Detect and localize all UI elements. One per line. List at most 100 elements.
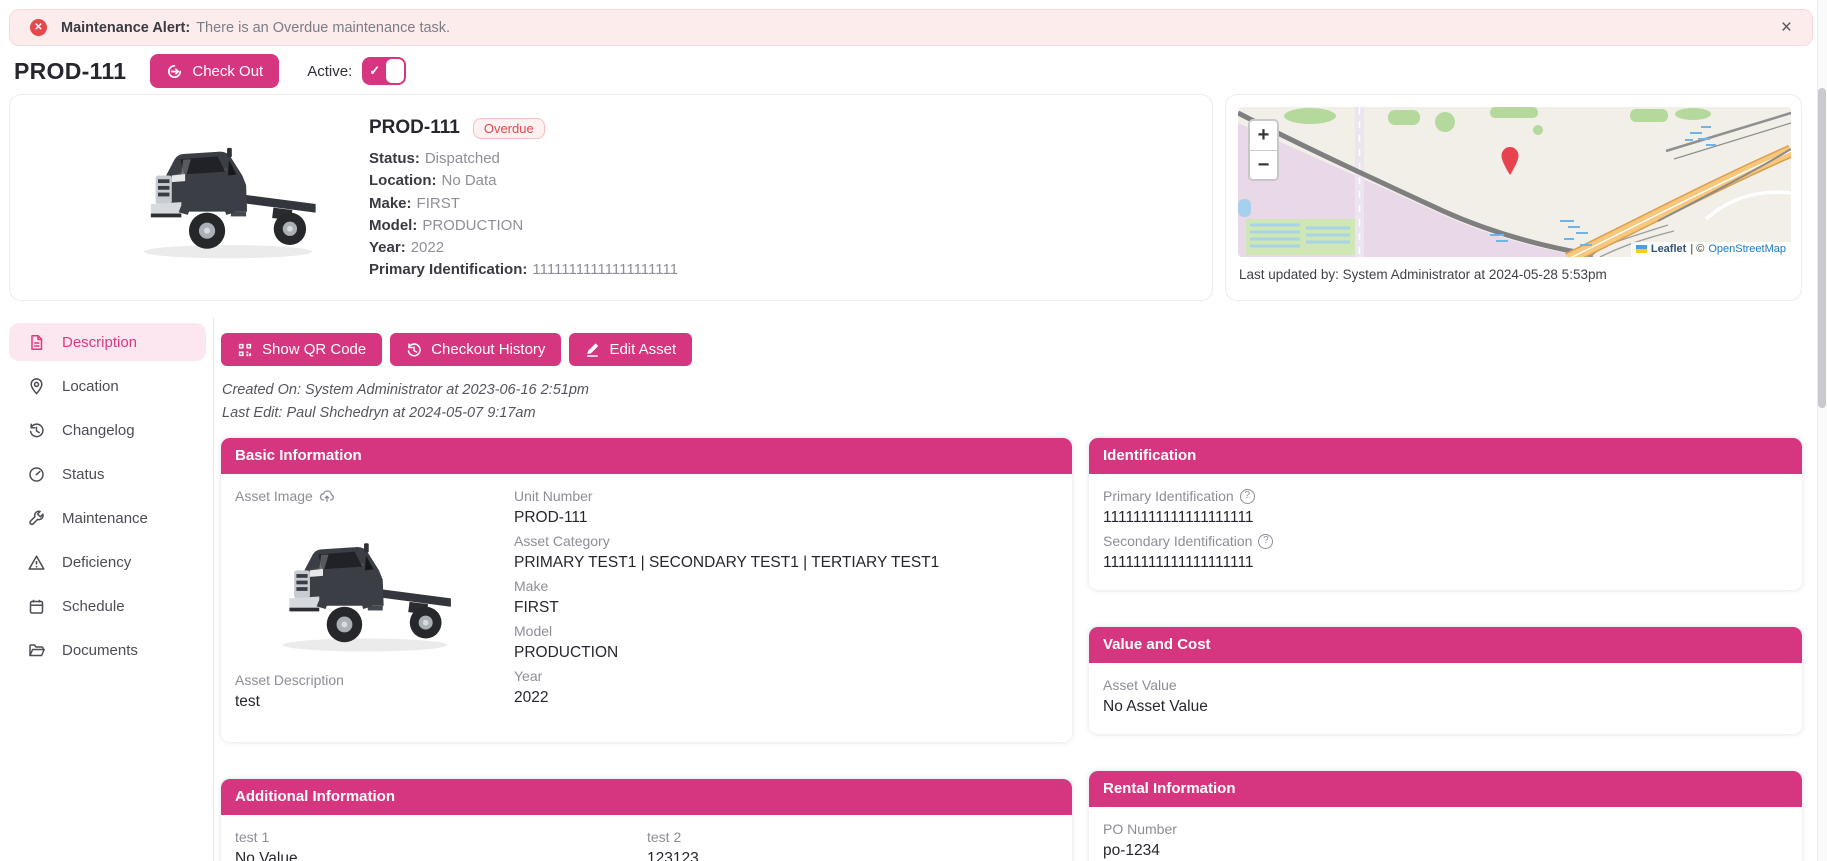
show-qr-code-button[interactable]: Show QR Code <box>221 333 383 366</box>
left-panel-column: Basic Information Asset Image Asset Desc… <box>221 438 1072 861</box>
summary-field-primary-id: Primary Identification: 11111111111111111… <box>369 261 679 279</box>
map-zoom-control: + − <box>1248 119 1279 181</box>
sidebar: Description Location Changelog Status Ma… <box>9 323 206 675</box>
year-value: 2022 <box>514 689 549 706</box>
right-panel-column: Identification Primary Identification ? … <box>1089 438 1802 861</box>
summary-field-make: Make: FIRST <box>369 194 460 212</box>
asset-photo-truck <box>267 514 463 664</box>
identification-panel: Identification Primary Identification ? … <box>1089 438 1802 590</box>
secondary-identification-value: 11111111111111111111 <box>1103 554 1254 571</box>
summary-asset-id: PROD-111 <box>369 117 460 138</box>
folder-icon <box>29 643 45 656</box>
asset-image-label: Asset Image <box>235 488 313 504</box>
po-number-value: po-1234 <box>1103 842 1160 859</box>
checkout-history-button[interactable]: Checkout History <box>390 333 562 366</box>
sidebar-item-label: Deficiency <box>62 553 132 571</box>
summary-field-model: Model: PRODUCTION <box>369 216 524 234</box>
ukraine-flag-icon <box>1635 245 1647 253</box>
asset-value-value: No Asset Value <box>1103 698 1208 715</box>
additional-information-panel: Additional Information test 1 No Value t… <box>221 779 1072 861</box>
file-icon <box>31 334 43 350</box>
map-attribution: Leaflet | © OpenStreetMap <box>1630 242 1791 257</box>
sidebar-item-label: Description <box>62 333 138 351</box>
panel-title: Identification <box>1089 438 1802 474</box>
asset-summary-card: PROD-111 Overdue Status: Dispatched Locat… <box>9 94 1213 301</box>
zoom-in-button[interactable]: + <box>1250 121 1277 150</box>
map-last-updated: Last updated by: System Administrator at… <box>1239 267 1607 282</box>
last-edit-text: Last Edit: Paul Shchedryn at 2024-05-07 … <box>222 405 536 421</box>
leaflet-map[interactable]: + − Leaflet | © OpenStreetMap <box>1238 107 1791 257</box>
active-label: Active: <box>307 62 353 80</box>
qr-code-icon <box>238 343 252 356</box>
test2-value: 123123 <box>647 850 699 861</box>
sidebar-item-maintenance[interactable]: Maintenance <box>9 499 206 537</box>
wrench-icon <box>29 510 44 525</box>
history-icon <box>29 422 44 437</box>
leaflet-link[interactable]: Leaflet <box>1651 243 1686 255</box>
alert-message: There is an Overdue maintenance task. <box>196 19 451 36</box>
asset-summary-info: PROD-111 Overdue Status: Dispatched Locat… <box>369 117 678 282</box>
check-out-button[interactable]: Check Out <box>150 54 280 88</box>
basic-information-panel: Basic Information Asset Image Asset Desc… <box>221 438 1072 742</box>
sidebar-divider <box>213 318 214 861</box>
page-header: PROD-111 Check Out Active: ✓ <box>14 52 407 90</box>
zoom-out-button[interactable]: − <box>1250 150 1277 179</box>
asset-detail-page: ✕ Maintenance Alert: There is an Overdue… <box>0 0 1827 861</box>
pencil-icon <box>587 343 599 357</box>
asset-description-label: Asset Description <box>235 672 344 688</box>
map-card: + − Leaflet | © OpenStreetMap Last updat… <box>1225 94 1802 301</box>
sidebar-item-schedule[interactable]: Schedule <box>9 587 206 625</box>
overdue-badge: Overdue <box>472 117 545 139</box>
asset-description-value: test <box>235 693 260 710</box>
alert-title: Maintenance Alert: <box>61 19 191 36</box>
test1-value: No Value <box>235 850 298 861</box>
value-and-cost-panel: Value and Cost Asset Value No Asset Valu… <box>1089 627 1802 734</box>
check-out-label: Check Out <box>192 62 264 80</box>
sidebar-item-status[interactable]: Status <box>9 455 206 493</box>
sidebar-item-location[interactable]: Location <box>9 367 206 405</box>
close-icon[interactable]: × <box>1781 18 1792 37</box>
active-toggle[interactable]: ✓ <box>362 57 407 85</box>
primary-identification-value: 11111111111111111111 <box>1103 509 1254 526</box>
summary-field-status: Status: Dispatched <box>369 150 500 167</box>
scrollbar-thumb[interactable] <box>1818 88 1826 408</box>
warning-icon <box>28 554 45 570</box>
sidebar-item-label: Changelog <box>62 421 135 439</box>
summary-field-location: Location: No Data <box>369 172 497 190</box>
toggle-knob <box>386 59 405 83</box>
map-pin-icon <box>30 377 43 395</box>
action-toolbar: Show QR Code Checkout History Edit Asset <box>221 333 693 366</box>
panel-title: Rental Information <box>1089 771 1802 807</box>
openstreetmap-link[interactable]: OpenStreetMap <box>1708 243 1786 255</box>
asset-category-value: PRIMARY TEST1 | SECONDARY TEST1 | TERTIA… <box>514 554 940 571</box>
sidebar-item-changelog[interactable]: Changelog <box>9 411 206 449</box>
sidebar-item-label: Schedule <box>62 597 125 615</box>
summary-field-year: Year: 2022 <box>369 239 445 257</box>
gauge-icon <box>29 466 44 482</box>
help-icon[interactable]: ? <box>1239 488 1255 504</box>
calendar-icon <box>29 599 44 614</box>
check-icon: ✓ <box>369 63 381 78</box>
sidebar-item-label: Documents <box>62 641 138 659</box>
sidebar-item-description[interactable]: Description <box>9 323 206 361</box>
created-on-text: Created On: System Administrator at 2023… <box>222 382 589 398</box>
sidebar-item-label: Maintenance <box>62 509 148 527</box>
panel-title: Basic Information <box>221 438 1072 474</box>
upload-icon[interactable] <box>319 488 335 504</box>
clock-history-icon <box>407 342 421 356</box>
sidebar-item-label: Location <box>62 377 119 395</box>
help-icon[interactable]: ? <box>1258 533 1274 549</box>
rental-information-panel: Rental Information PO Number po-1234 Ren… <box>1089 771 1802 861</box>
make-value: FIRST <box>514 599 559 616</box>
sidebar-item-documents[interactable]: Documents <box>9 631 206 669</box>
asset-photo-truck <box>128 117 328 272</box>
panel-title: Value and Cost <box>1089 627 1802 663</box>
unit-number-value: PROD-111 <box>514 509 588 526</box>
alert-error-icon: ✕ <box>30 19 47 36</box>
page-title: PROD-111 <box>14 57 127 84</box>
panel-title: Additional Information <box>221 779 1072 815</box>
sidebar-item-deficiency[interactable]: Deficiency <box>9 543 206 581</box>
maintenance-alert-banner: ✕ Maintenance Alert: There is an Overdue… <box>9 9 1813 46</box>
check-out-icon <box>168 64 182 78</box>
edit-asset-button[interactable]: Edit Asset <box>569 333 693 366</box>
